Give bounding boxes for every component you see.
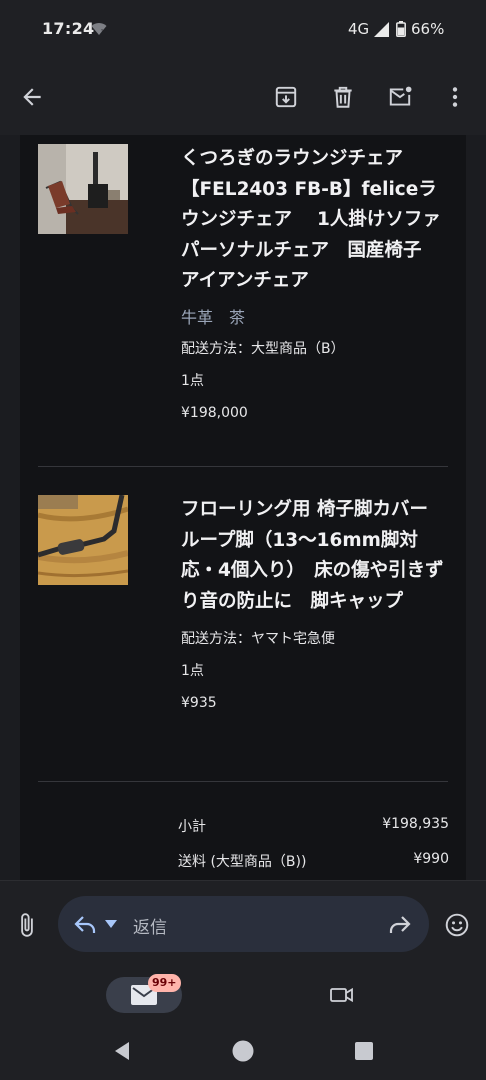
delete-button[interactable] bbox=[323, 77, 363, 117]
svg-text:?: ? bbox=[101, 29, 104, 36]
divider bbox=[38, 466, 448, 467]
nav-meet-tab[interactable] bbox=[322, 975, 362, 1015]
video-camera-icon bbox=[330, 987, 353, 1003]
forward-icon[interactable] bbox=[388, 913, 412, 935]
shipping-method: 配送方法：大型商品（B） bbox=[181, 340, 345, 357]
product-image-leg-cover[interactable] bbox=[38, 495, 128, 585]
shipping-method: 配送方法：ヤマト宅急便 bbox=[181, 631, 335, 647]
emoji-icon bbox=[445, 913, 469, 937]
battery-icon bbox=[396, 21, 406, 37]
arrow-back-icon bbox=[23, 88, 41, 106]
wifi-icon: ? bbox=[91, 23, 107, 36]
mark-unread-icon bbox=[389, 86, 412, 106]
emoji-button[interactable] bbox=[437, 905, 477, 945]
top-app-bar bbox=[0, 60, 486, 135]
shipping-fee-row: 送料 (大型商品（B)) ¥990 bbox=[178, 851, 449, 871]
system-home-icon[interactable] bbox=[231, 1039, 255, 1063]
network-type: 4G bbox=[348, 20, 370, 38]
order-email-body: くつろぎのラウンジチェア【FEL2403 FB-B】feliceラウンジチェア … bbox=[20, 135, 466, 880]
mail-badge: 99+ bbox=[148, 974, 181, 992]
system-recents-icon[interactable] bbox=[352, 1039, 376, 1063]
status-bar: 17:24 ? 4G 66% bbox=[0, 0, 486, 60]
more-options-button[interactable] bbox=[435, 77, 475, 117]
attach-button[interactable] bbox=[7, 905, 47, 945]
system-back-icon[interactable] bbox=[110, 1039, 134, 1063]
product-info: くつろぎのラウンジチェア【FEL2403 FB-B】feliceラウンジチェア … bbox=[181, 144, 459, 423]
subtotal-value: ¥198,935 bbox=[382, 816, 449, 832]
product-image-lounge-chair[interactable] bbox=[38, 144, 128, 234]
product-info: フローリング用 椅子脚カバー ループ脚（13〜16mm脚対応・4個入り） 床の傷… bbox=[181, 495, 451, 713]
shipping-fee-value: ¥990 bbox=[413, 851, 449, 867]
status-time: 17:24 bbox=[42, 19, 95, 38]
shipping-fee-label: 送料 (大型商品（B)) bbox=[178, 854, 307, 870]
attachment-icon bbox=[21, 913, 33, 937]
item-price: ¥198,000 bbox=[181, 404, 248, 421]
reply-bar: 返信 bbox=[0, 880, 486, 967]
bottom-navigation: 99+ bbox=[0, 967, 486, 1080]
item-quantity: 1点 bbox=[181, 663, 204, 679]
archive-button[interactable] bbox=[266, 77, 306, 117]
product-title[interactable]: フローリング用 椅子脚カバー ループ脚（13〜16mm脚対応・4個入り） 床の傷… bbox=[181, 495, 451, 617]
signal-icon bbox=[374, 22, 389, 37]
chevron-down-icon[interactable] bbox=[105, 920, 117, 928]
item-quantity: 1点 bbox=[181, 372, 204, 389]
archive-icon bbox=[275, 86, 297, 108]
reply-input[interactable]: 返信 bbox=[58, 896, 429, 952]
mark-unread-button[interactable] bbox=[380, 77, 420, 117]
battery-level: 66% bbox=[411, 20, 445, 38]
product-title[interactable]: くつろぎのラウンジチェア【FEL2403 FB-B】feliceラウンジチェア … bbox=[181, 144, 459, 297]
item-price: ¥935 bbox=[181, 695, 217, 711]
trash-icon bbox=[334, 86, 352, 108]
reply-arrow-icon[interactable] bbox=[73, 913, 97, 935]
subtotal-row: 小計 ¥198,935 bbox=[178, 816, 449, 836]
subtotal-label: 小計 bbox=[178, 819, 206, 835]
email-content[interactable]: くつろぎのラウンジチェア【FEL2403 FB-B】feliceラウンジチェア … bbox=[0, 135, 486, 880]
reply-placeholder: 返信 bbox=[133, 918, 167, 938]
divider bbox=[38, 781, 448, 782]
product-variant: 牛革 茶 bbox=[181, 307, 246, 327]
more-vert-icon bbox=[452, 87, 458, 107]
back-button[interactable] bbox=[12, 77, 52, 117]
